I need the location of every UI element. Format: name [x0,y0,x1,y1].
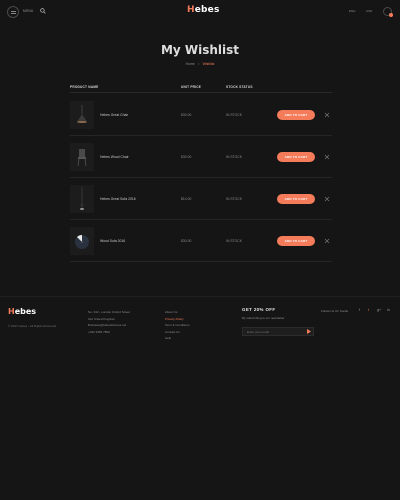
google-plus-icon[interactable]: g+ [377,308,381,312]
add-to-cart-button[interactable]: ADD TO CART [277,194,315,204]
product-price: $30.00 [181,113,192,117]
product-name[interactable]: Hebes Wood Chair [100,155,129,159]
product-price: $30.00 [181,155,192,159]
breadcrumb-home[interactable]: Home [186,62,195,66]
cart-button[interactable] [383,7,393,17]
product-price: $30.00 [181,239,192,243]
product-thumbnail[interactable] [70,143,94,171]
twitter-icon[interactable]: t [368,308,369,312]
phone-number: +032 3456 7890 [88,329,110,334]
breadcrumb-current: Wishlist [202,62,215,66]
breadcrumb: Home > Wishlist [0,62,400,66]
product-thumbnail[interactable] [70,101,94,129]
table-row: Wood Sofa 2016 $30.00 IN STOCK ADD TO CA… [70,220,332,262]
stock-status: IN STOCK [226,239,242,243]
footer-logo[interactable]: Hebes [8,307,36,316]
table-row: Hebes Wood Chair $30.00 IN STOCK ADD TO … [70,136,332,178]
header: MENU Hebes ENG USD [0,0,400,24]
address-line: 012 United Kingdom [88,316,116,321]
footer-link-privacy[interactable]: Privacy Policy [165,316,190,323]
stock-status: IN STOCK [226,197,242,201]
stock-status: IN STOCK [226,155,242,159]
product-thumbnail[interactable] [70,185,94,213]
newsletter-subtext: By subscribing to our newsletter [242,316,285,320]
hanging-lamp-icon [80,187,84,210]
newsletter-heading: GET 20% OFF [242,307,276,312]
footer-link-terms[interactable]: Term & Conditions [165,322,190,329]
add-to-cart-button[interactable]: ADD TO CART [277,152,315,162]
language-selector[interactable]: ENG [349,9,356,13]
product-price: $14.00 [181,197,192,201]
stock-status: IN STOCK [226,113,242,117]
newsletter-email-input[interactable] [242,327,314,336]
menu-label[interactable]: MENU [23,9,34,13]
site-logo[interactable]: Hebes [187,5,220,15]
remove-icon[interactable] [324,112,330,118]
product-thumbnail[interactable] [70,227,94,255]
column-header-product: PRODUCT NAME [70,85,99,89]
logo-initial: H [187,5,195,15]
column-header-stock: STOCK STATUS [226,85,253,89]
page-title: My Wishlist [160,43,240,57]
chair-icon [77,149,87,167]
logo-text: ebes [194,5,220,15]
contact-info: No. 342 - London Oxford Street 012 Unite… [88,309,130,335]
cart-badge [389,13,393,17]
table-header: PRODUCT NAME UNIT PRICE STOCK STATUS [70,84,332,93]
copyright-text: © 2017 Hebes - All Rights Reserved [8,324,57,328]
add-to-cart-button[interactable]: ADD TO CART [277,236,315,246]
menu-toggle-button[interactable] [7,6,19,18]
menu-bar-icon [11,11,16,12]
table-row: Hebes Great Chair $30.00 IN STOCK ADD TO… [70,94,332,136]
pendant-lamp-icon [77,105,87,123]
footer-links: About Us Privacy Policy Term & Condition… [165,309,190,342]
product-name[interactable]: Hebes Great Chair [100,113,128,117]
footer-logo-text: ebes [14,307,37,316]
follow-label: Follow Us On Social [321,309,349,313]
send-arrow-icon[interactable] [305,328,313,335]
linkedin-icon[interactable]: in [387,308,390,312]
footer: Hebes © 2017 Hebes - All Rights Reserved… [0,296,400,356]
footer-link-help[interactable]: Help [165,335,190,342]
menu-bar-icon [11,13,16,14]
address-line: No. 342 - London Oxford Street [88,310,130,314]
remove-icon[interactable] [324,196,330,202]
table-row: Hebes Great Sofa 2016 $14.00 IN STOCK AD… [70,178,332,220]
facebook-icon[interactable]: f [359,308,360,312]
disc-decor-icon [75,234,89,249]
search-icon[interactable] [40,8,46,14]
product-name[interactable]: Wood Sofa 2016 [100,239,125,243]
add-to-cart-button[interactable]: ADD TO CART [277,110,315,120]
currency-selector[interactable]: USD [366,9,372,13]
remove-icon[interactable] [324,154,330,160]
footer-logo-initial: H [8,307,15,316]
column-header-price: UNIT PRICE [181,85,202,89]
email-link[interactable]: Business@hebesthemes.net [88,322,130,329]
remove-icon[interactable] [324,238,330,244]
footer-link-about[interactable]: About Us [165,309,190,316]
footer-link-contact[interactable]: Contact Us [165,329,190,336]
product-name[interactable]: Hebes Great Sofa 2016 [100,197,136,201]
breadcrumb-separator: > [197,62,200,66]
